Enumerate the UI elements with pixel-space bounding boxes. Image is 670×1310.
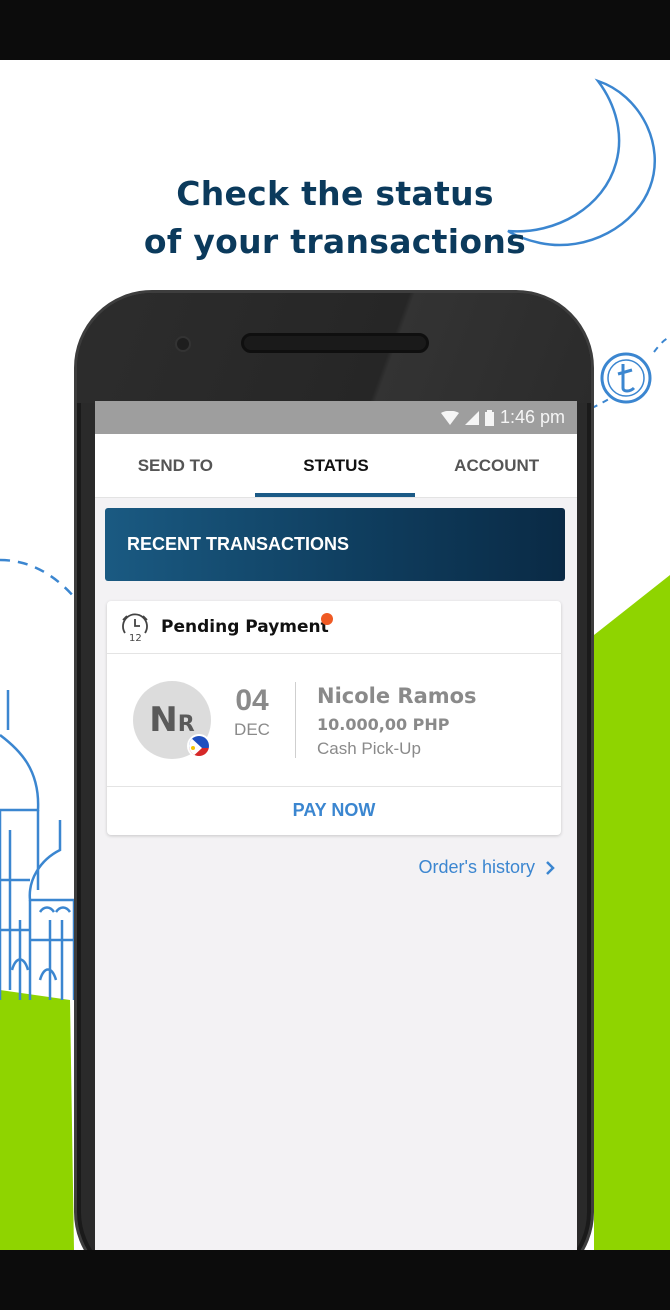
promo-headline-line1: Check the status — [176, 174, 494, 213]
svg-text:12: 12 — [129, 633, 142, 643]
phone-mockup: 1:46 pm SEND TO STATUS ACCOUNT RECENT TR… — [74, 290, 594, 1250]
pending-payment-label: Pending Payment — [161, 617, 329, 637]
bottom-black-bar — [0, 1250, 670, 1310]
clock-icon: 12 — [122, 613, 148, 643]
android-status-bar: 1:46 pm — [95, 401, 577, 434]
promo-headline-line2: of your transactions — [143, 222, 527, 261]
tab-status[interactable]: STATUS — [256, 434, 417, 497]
pending-indicator-dot — [321, 613, 333, 625]
recent-transactions-banner: RECENT TRANSACTIONS — [105, 508, 565, 581]
tab-account[interactable]: ACCOUNT — [416, 434, 577, 497]
tab-bar: SEND TO STATUS ACCOUNT — [95, 434, 577, 498]
avatar-initial-first: N — [149, 700, 178, 740]
coin-doodle-icon — [591, 337, 669, 409]
details-divider — [295, 682, 296, 758]
transaction-card-header: 12 Pending Payment — [107, 601, 561, 654]
active-tab-indicator — [255, 493, 415, 497]
delivery-method: Cash Pick-Up — [317, 739, 421, 758]
transaction-month: DEC — [234, 720, 270, 739]
chevron-right-icon — [546, 860, 555, 875]
battery-icon — [484, 409, 494, 426]
wifi-icon — [440, 410, 459, 425]
top-black-bar — [0, 0, 670, 60]
promo-stage: Check the status of your transactions 1:… — [0, 60, 670, 1250]
dashed-path-doodle — [0, 558, 76, 599]
orders-history-link[interactable]: Order's history — [419, 857, 555, 878]
app-screen: 1:46 pm SEND TO STATUS ACCOUNT RECENT TR… — [95, 401, 577, 1250]
earpiece-speaker — [241, 333, 429, 353]
avatar-initial-last: R — [177, 712, 195, 737]
promo-headline: Check the status of your transactions — [0, 170, 670, 266]
pay-now-button[interactable]: PAY NOW — [107, 787, 561, 833]
transaction-amount: 10.000,00 PHP — [317, 715, 450, 734]
transaction-details: NR 04 DEC Nicole Ramos 10.000,00 PHP Cas… — [107, 654, 561, 787]
philippines-flag-icon — [187, 734, 211, 758]
status-time: 1:46 pm — [499, 407, 565, 427]
signal-icon — [464, 410, 479, 425]
transaction-day: 04 — [235, 684, 269, 717]
tab-send-to[interactable]: SEND TO — [95, 434, 256, 497]
recipient-name: Nicole Ramos — [317, 684, 477, 708]
transaction-card[interactable]: 12 Pending Payment NR 04 DEC Nicole Ramo… — [107, 601, 561, 835]
front-camera — [175, 336, 191, 352]
mosque-doodle-icon — [0, 690, 76, 1000]
orders-history-label: Order's history — [418, 857, 535, 877]
